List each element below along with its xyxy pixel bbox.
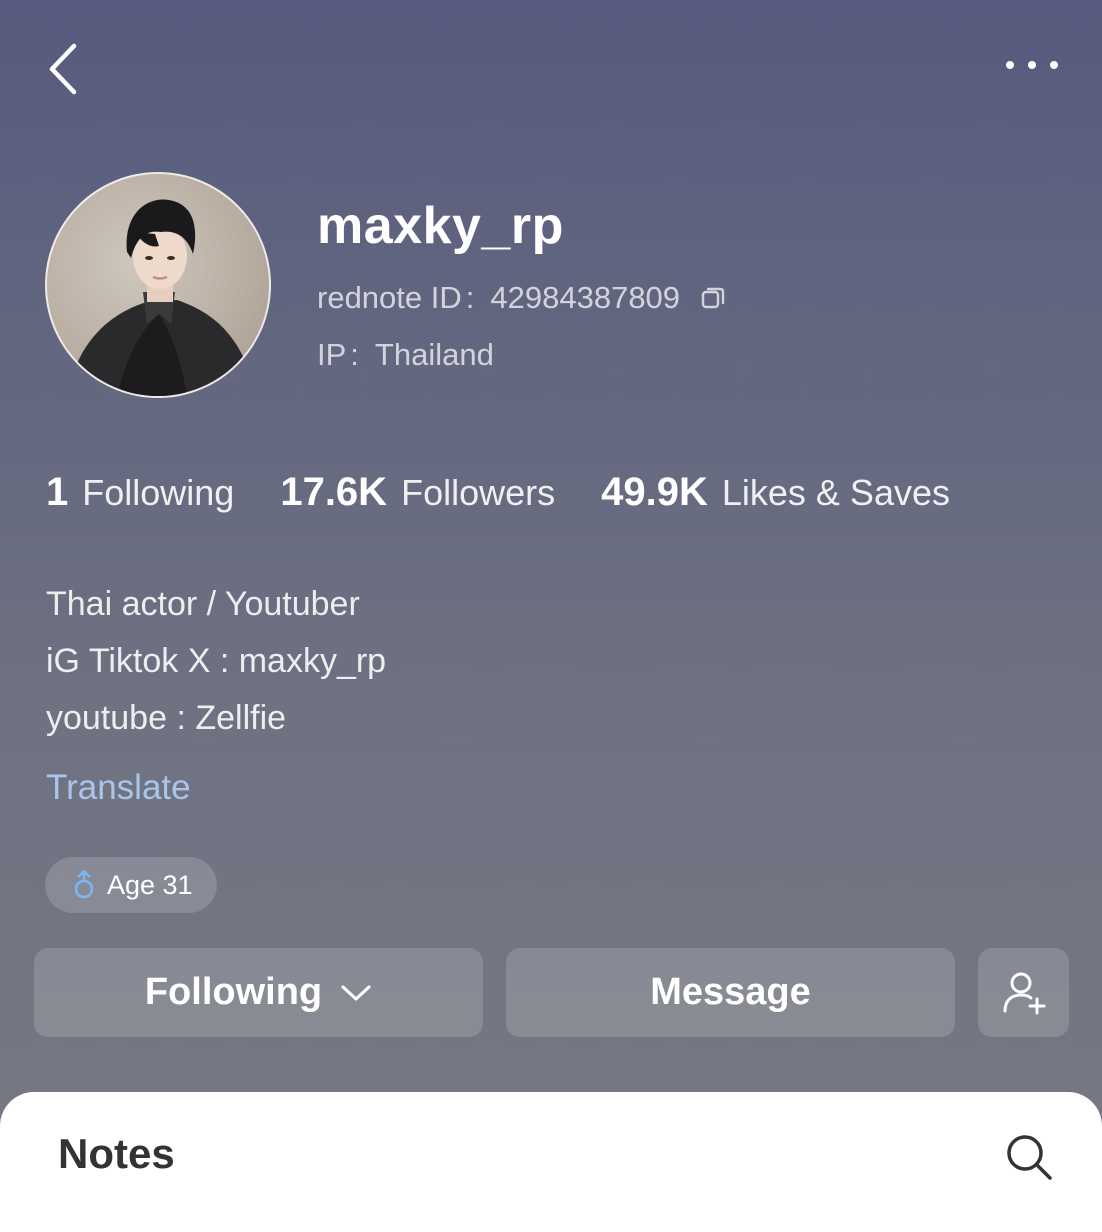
notes-tab[interactable]: Notes xyxy=(58,1130,175,1178)
followers-stat[interactable]: 17.6K Followers xyxy=(280,470,555,515)
following-count: 1 xyxy=(46,470,69,514)
following-stat[interactable]: 1 Following xyxy=(46,470,234,515)
rednote-id-label: rednote ID xyxy=(317,280,462,315)
rednote-id-separator: : xyxy=(465,280,475,315)
back-button[interactable] xyxy=(44,40,84,100)
message-button[interactable]: Message xyxy=(506,948,955,1037)
translate-link[interactable]: Translate xyxy=(46,768,191,808)
profile-stats: 1 Following 17.6K Followers 49.9K Likes … xyxy=(46,470,950,515)
age-label: Age 31 xyxy=(107,869,193,900)
avatar-photo xyxy=(67,199,257,396)
more-horizontal-icon xyxy=(1006,61,1058,69)
notes-sheet: Notes xyxy=(0,1092,1102,1232)
following-button-label: Following xyxy=(144,971,323,1013)
bio-line: youtube : Zellfie xyxy=(46,699,287,737)
notes-search-button[interactable] xyxy=(1004,1132,1054,1182)
male-symbol-icon xyxy=(74,870,94,899)
username: maxky_rp xyxy=(317,197,564,255)
bio-line: iG Tiktok X : maxky_rp xyxy=(46,642,387,680)
following-label: Following xyxy=(82,472,235,513)
likes-saves-label: Likes & Saves xyxy=(721,472,950,513)
copy-icon[interactable] xyxy=(700,285,726,311)
ip-label: IP xyxy=(317,337,347,372)
bio: Thai actor / Youtuber iG Tiktok X : maxk… xyxy=(46,576,386,747)
rednote-id-row: rednote ID:42984387809 xyxy=(317,280,726,316)
message-button-label: Message xyxy=(650,971,811,1013)
bio-line: Thai actor / Youtuber xyxy=(46,585,360,623)
age-badge: Age 31 xyxy=(45,857,217,913)
followers-count: 17.6K xyxy=(280,470,388,514)
avatar[interactable] xyxy=(45,172,271,398)
search-icon xyxy=(1007,1135,1052,1180)
more-options-button[interactable] xyxy=(1002,48,1062,82)
rednote-id-value: 42984387809 xyxy=(490,280,681,315)
likes-saves-count: 49.9K xyxy=(601,470,708,514)
chevron-down-icon xyxy=(341,985,371,1000)
following-button[interactable]: Following xyxy=(34,948,483,1037)
followers-label: Followers xyxy=(401,472,556,513)
ip-value: Thailand xyxy=(374,337,494,372)
chevron-left-icon xyxy=(49,43,77,95)
ip-separator: : xyxy=(350,337,359,372)
add-user-icon xyxy=(1003,972,1045,1014)
add-friend-button[interactable] xyxy=(978,948,1069,1037)
likes-saves-stat[interactable]: 49.9K Likes & Saves xyxy=(601,470,950,515)
ip-location-row: IP: Thailand xyxy=(317,337,494,373)
